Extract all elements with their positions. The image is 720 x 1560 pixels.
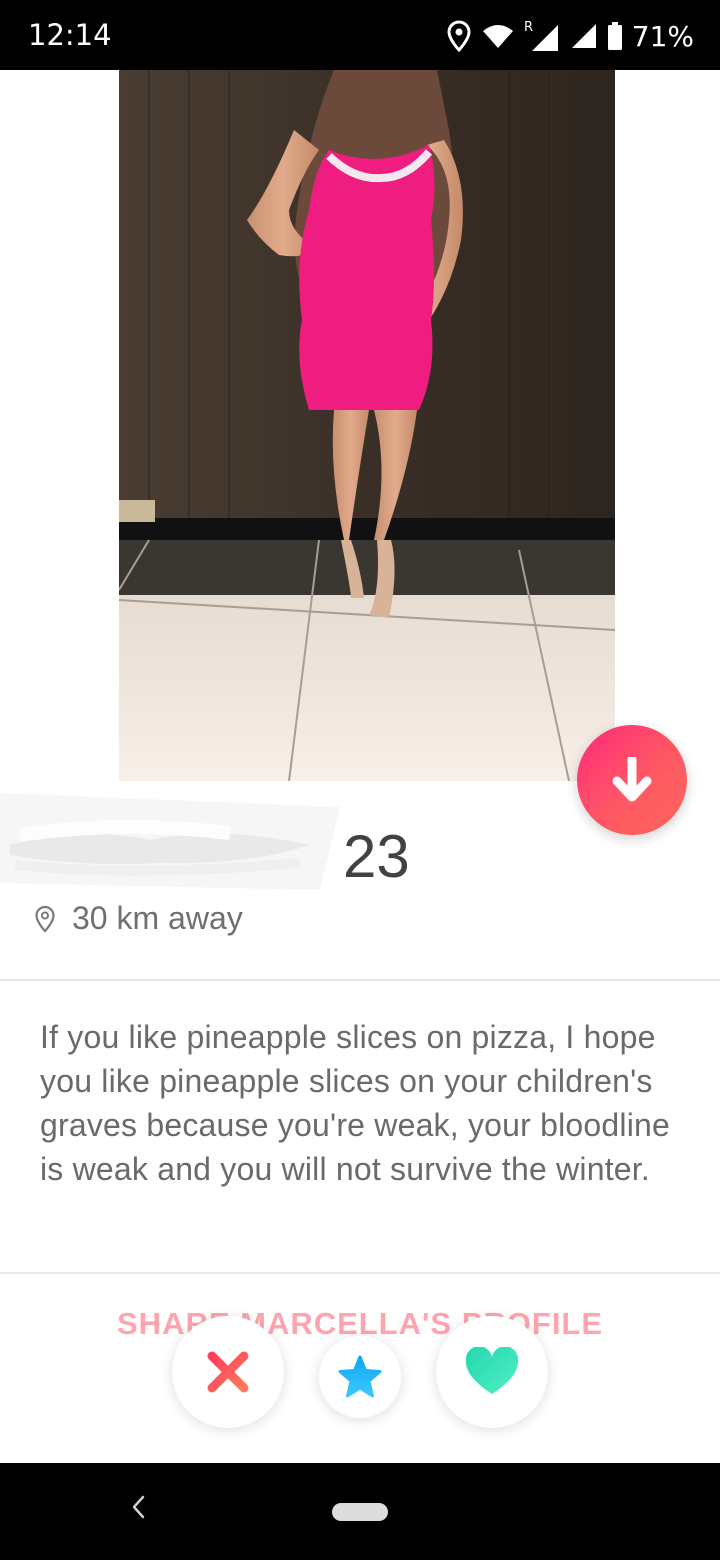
- arrow-down-icon: [612, 757, 652, 802]
- heart-icon: [465, 1347, 519, 1394]
- status-time: 12:14: [28, 18, 112, 52]
- profile-photo[interactable]: [119, 70, 615, 781]
- profile-age: 23: [343, 823, 410, 890]
- like-button[interactable]: [436, 1316, 548, 1428]
- status-icons: R 71%: [446, 18, 694, 54]
- signal-icon: [571, 24, 596, 48]
- distance-row: 30 km away: [34, 900, 243, 937]
- name-redaction: [0, 785, 340, 890]
- star-icon: [338, 1355, 382, 1398]
- svg-text:R: R: [524, 20, 533, 35]
- back-icon[interactable]: [130, 1493, 146, 1521]
- location-icon: [35, 905, 55, 933]
- divider: [0, 979, 720, 981]
- collapse-profile-button[interactable]: [577, 725, 687, 835]
- super-like-button[interactable]: [319, 1336, 401, 1418]
- battery-icon: [607, 22, 622, 50]
- battery-percent: 71%: [631, 19, 694, 53]
- wifi-icon: [482, 25, 513, 48]
- nope-button[interactable]: [172, 1316, 284, 1428]
- location-icon: [447, 20, 471, 52]
- divider: [0, 1272, 720, 1274]
- close-icon: [207, 1351, 249, 1393]
- distance-text: 30 km away: [72, 900, 243, 936]
- signal-roaming-icon: R: [524, 20, 558, 51]
- status-bar: 12:14 R 71%: [0, 0, 720, 70]
- home-pill[interactable]: [332, 1503, 388, 1521]
- profile-bio: If you like pineapple slices on pizza, I…: [40, 1019, 670, 1187]
